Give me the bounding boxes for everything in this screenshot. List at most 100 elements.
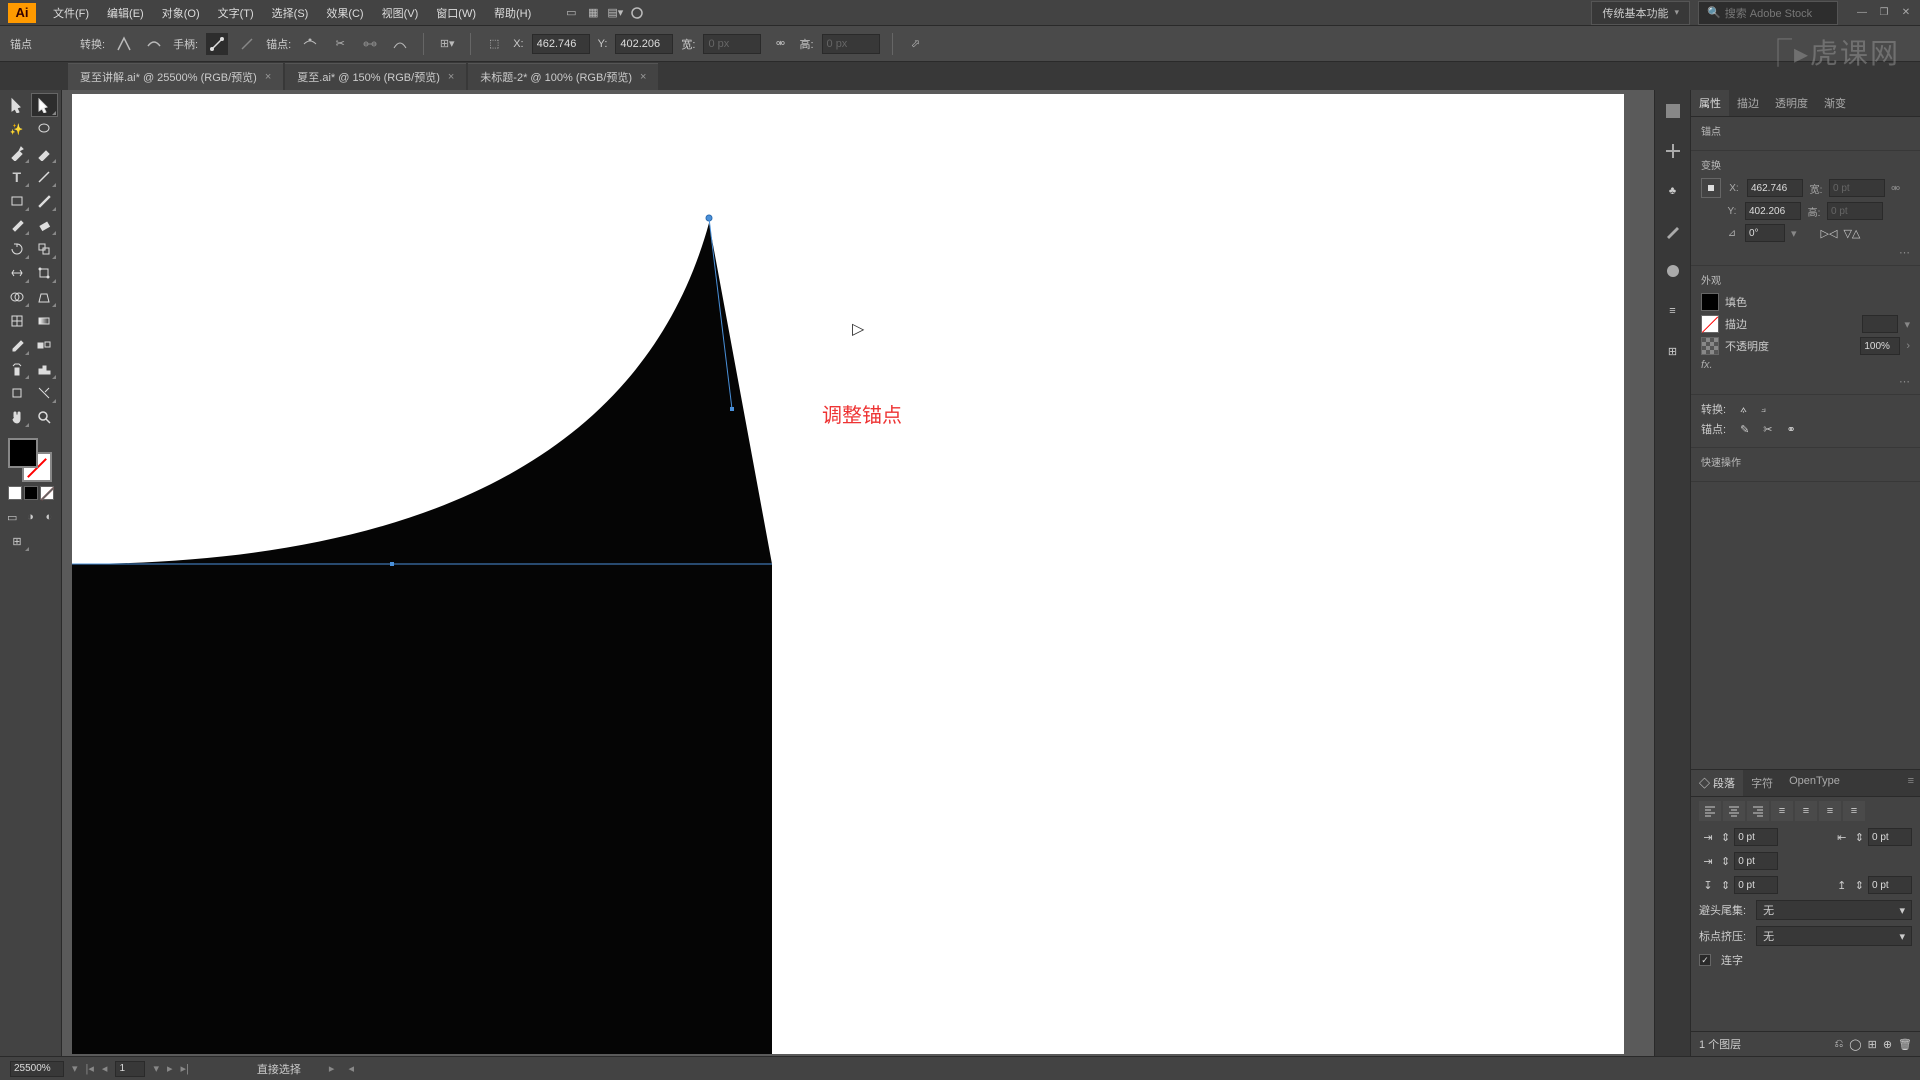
- fill-stroke-swatch[interactable]: [8, 438, 52, 482]
- doc-tab-3[interactable]: 未标题-2* @ 100% (RGB/预览)×: [468, 63, 658, 90]
- prop-w-input[interactable]: [1829, 179, 1885, 197]
- connect-icon[interactable]: [359, 33, 381, 55]
- eyedropper-tool[interactable]: [4, 334, 30, 356]
- maximize-icon[interactable]: ❐: [1878, 7, 1890, 19]
- eraser-tool[interactable]: [32, 214, 58, 236]
- graph-tool[interactable]: [32, 358, 58, 380]
- draw-behind-icon[interactable]: ◐: [41, 506, 57, 528]
- align-center-icon[interactable]: [1723, 801, 1745, 821]
- layer-sublayer-icon[interactable]: ⊞: [1868, 1038, 1877, 1051]
- color-guide-icon[interactable]: [1662, 140, 1684, 162]
- menu-object[interactable]: 对象(O): [153, 1, 209, 25]
- pen-tool[interactable]: [4, 142, 30, 164]
- rotate-tool[interactable]: [4, 238, 30, 260]
- color-panel-icon[interactable]: [1662, 100, 1684, 122]
- tab-close-icon[interactable]: ×: [640, 71, 646, 83]
- layer-locate-icon[interactable]: ⎌: [1834, 1038, 1843, 1051]
- magic-wand-tool[interactable]: ✨: [4, 118, 30, 140]
- layer-mask-icon[interactable]: ◯: [1849, 1038, 1861, 1051]
- hyphenate-checkbox[interactable]: ✓: [1699, 954, 1711, 966]
- indent-right-input[interactable]: [1868, 828, 1912, 846]
- tab-close-icon[interactable]: ×: [448, 71, 454, 83]
- direct-selection-tool[interactable]: [32, 94, 58, 116]
- justify-right-icon[interactable]: ≡: [1819, 801, 1841, 821]
- free-transform-tool[interactable]: [32, 262, 58, 284]
- stroke-panel-icon[interactable]: ≡: [1662, 300, 1684, 322]
- search-stock[interactable]: 🔍搜索 Adobe Stock: [1698, 1, 1838, 25]
- prop-angle-input[interactable]: [1745, 224, 1785, 242]
- reference-point[interactable]: [1701, 178, 1721, 198]
- screen-mode-icon[interactable]: ▭: [4, 506, 20, 528]
- align-left-icon[interactable]: [1699, 801, 1721, 821]
- menu-select[interactable]: 选择(S): [263, 1, 318, 25]
- justify-center-icon[interactable]: ≡: [1795, 801, 1817, 821]
- menu-effect[interactable]: 效果(C): [317, 1, 372, 25]
- tab-close-icon[interactable]: ×: [265, 71, 271, 83]
- doc-icon[interactable]: ▭: [560, 2, 582, 24]
- flip-v-icon[interactable]: ▽△: [1843, 227, 1860, 240]
- prop-x-input[interactable]: [1747, 179, 1803, 197]
- prop-h-input[interactable]: [1827, 202, 1883, 220]
- tab-paragraph[interactable]: ◇ 段落: [1691, 770, 1743, 796]
- first-line-input[interactable]: [1734, 852, 1778, 870]
- brushes-icon[interactable]: [1662, 220, 1684, 242]
- opacity-swatch[interactable]: [1701, 337, 1719, 355]
- selection-tool[interactable]: [4, 94, 30, 116]
- convert-corner-icon[interactable]: [113, 33, 135, 55]
- layer-delete-icon[interactable]: 🗑: [1898, 1038, 1912, 1051]
- slice-tool[interactable]: [32, 382, 58, 404]
- tab-properties[interactable]: 属性: [1691, 90, 1729, 116]
- menu-window[interactable]: 窗口(W): [427, 1, 485, 25]
- close-icon[interactable]: ✕: [1900, 7, 1912, 19]
- link-wh-icon[interactable]: ⚮: [769, 33, 791, 55]
- menu-type[interactable]: 文字(T): [209, 1, 263, 25]
- curvature-tool[interactable]: [32, 142, 58, 164]
- link-icon[interactable]: ⚮: [1891, 182, 1900, 195]
- perspective-tool[interactable]: [32, 286, 58, 308]
- canvas[interactable]: 调整锚点 ▷: [62, 90, 1654, 1056]
- add-anchor-btn[interactable]: ✂: [1763, 423, 1772, 436]
- align-panel-icon[interactable]: ⊞: [1662, 340, 1684, 362]
- handle-show-icon[interactable]: [206, 33, 228, 55]
- stroke-weight-input[interactable]: [1862, 315, 1898, 333]
- blend-tool[interactable]: [32, 334, 58, 356]
- align-right-icon[interactable]: [1747, 801, 1769, 821]
- menu-help[interactable]: 帮助(H): [485, 1, 540, 25]
- remove-anchor-btn[interactable]: ✎: [1740, 423, 1749, 436]
- doc-tab-2[interactable]: 夏至.ai* @ 150% (RGB/预览)×: [285, 63, 466, 90]
- lasso-tool[interactable]: [32, 118, 58, 140]
- nav-first-icon[interactable]: |◂: [86, 1062, 94, 1075]
- tab-gradient[interactable]: 渐变: [1816, 90, 1854, 116]
- panel-menu-icon[interactable]: ≡: [1902, 770, 1920, 796]
- draw-mode-icon[interactable]: ◑: [22, 506, 38, 528]
- menu-view[interactable]: 视图(V): [373, 1, 428, 25]
- tab-stroke[interactable]: 描边: [1729, 90, 1767, 116]
- ref-point-icon[interactable]: ⊞▾: [436, 33, 458, 55]
- nav-next-icon[interactable]: ▸: [167, 1062, 173, 1075]
- swatches-icon[interactable]: ♣: [1662, 180, 1684, 202]
- artboard-tool[interactable]: [4, 382, 30, 404]
- more-options-icon[interactable]: ⋯: [1701, 246, 1910, 259]
- scale-tool[interactable]: [32, 238, 58, 260]
- zoom-tool[interactable]: [32, 406, 58, 428]
- tab-opentype[interactable]: OpenType: [1781, 770, 1848, 796]
- space-before-input[interactable]: [1734, 876, 1778, 894]
- opacity-input[interactable]: [1860, 337, 1900, 355]
- stroke-swatch[interactable]: [1701, 315, 1719, 333]
- handle-hide-icon[interactable]: [236, 33, 258, 55]
- artboard-input[interactable]: [115, 1061, 145, 1077]
- prop-y-input[interactable]: [1745, 202, 1801, 220]
- convert-smooth-icon[interactable]: [143, 33, 165, 55]
- shape-builder-tool[interactable]: [4, 286, 30, 308]
- x-input[interactable]: [532, 34, 590, 54]
- symbols-icon[interactable]: [1662, 260, 1684, 282]
- hand-tool[interactable]: [4, 406, 30, 428]
- more-options-icon[interactable]: ⋯: [1701, 375, 1910, 388]
- gradient-mode-icon[interactable]: [24, 486, 38, 500]
- space-after-input[interactable]: [1868, 876, 1912, 894]
- mesh-tool[interactable]: [4, 310, 30, 332]
- remove-anchor-icon[interactable]: [299, 33, 321, 55]
- y-input[interactable]: [615, 34, 673, 54]
- menu-file[interactable]: 文件(F): [44, 1, 98, 25]
- justify-all-icon[interactable]: ≡: [1843, 801, 1865, 821]
